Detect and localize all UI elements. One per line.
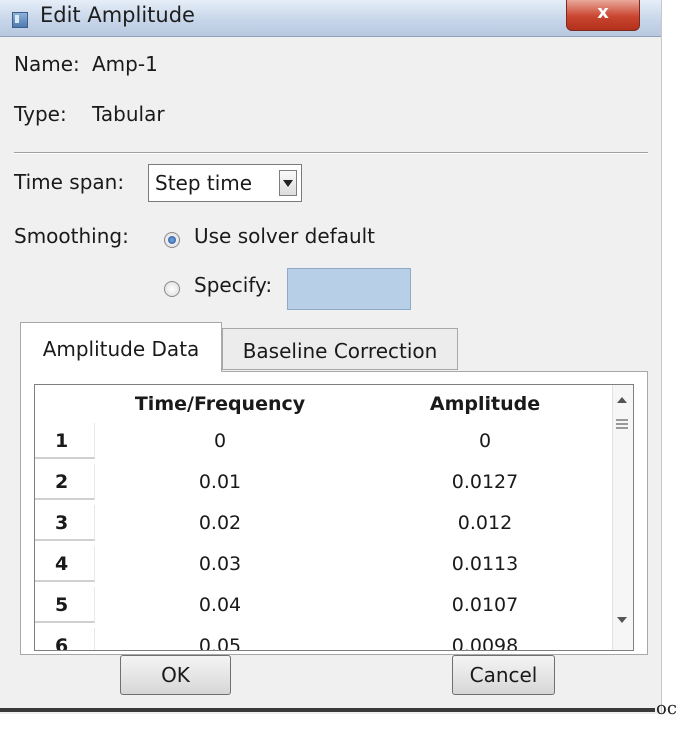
title-bar[interactable]: Edit Amplitude x xyxy=(0,0,661,37)
type-value: Tabular xyxy=(92,102,165,126)
name-label: Name: xyxy=(14,52,80,76)
row-number: 6 xyxy=(35,628,95,650)
chevron-down-icon[interactable] xyxy=(279,170,297,196)
cancel-button[interactable]: Cancel xyxy=(452,655,555,695)
scroll-up-arrow-icon[interactable] xyxy=(617,397,627,403)
table-row[interactable]: 4 0.03 0.0113 xyxy=(35,546,633,585)
time-cell[interactable]: 0.01 xyxy=(95,464,345,500)
row-number: 1 xyxy=(35,423,95,459)
close-button[interactable]: x xyxy=(566,0,640,31)
amplitude-cell[interactable]: 0.0098 xyxy=(365,628,605,650)
ok-button[interactable]: OK xyxy=(120,655,231,695)
amplitude-table[interactable]: Time/Frequency Amplitude 1 0 0 2 0.01 0.… xyxy=(34,384,634,651)
time-cell[interactable]: 0.03 xyxy=(95,546,345,582)
specify-label: Specify: xyxy=(194,273,273,297)
name-value: Amp-1 xyxy=(92,52,158,76)
tab-amplitude-data[interactable]: Amplitude Data xyxy=(20,322,222,372)
amplitude-cell[interactable]: 0.0113 xyxy=(365,546,605,582)
header-time-frequency: Time/Frequency xyxy=(134,393,306,415)
table-row[interactable]: 2 0.01 0.0127 xyxy=(35,464,633,503)
specify-input[interactable] xyxy=(287,268,411,310)
scroll-down-arrow-icon[interactable] xyxy=(617,617,627,623)
time-cell[interactable]: 0 xyxy=(95,423,345,459)
edit-amplitude-dialog: Edit Amplitude x Name: Amp-1 Type: Tabul… xyxy=(0,0,662,714)
table-row[interactable]: 5 0.04 0.0107 xyxy=(35,587,633,626)
amplitude-cell[interactable]: 0.012 xyxy=(365,505,605,541)
window-title: Edit Amplitude xyxy=(40,3,195,27)
row-number: 3 xyxy=(35,505,95,541)
separator xyxy=(14,152,648,154)
row-number: 4 xyxy=(35,546,95,582)
radio-use-solver-default[interactable] xyxy=(164,232,180,248)
radio-specify[interactable] xyxy=(164,281,180,297)
time-span-select[interactable]: Step time xyxy=(148,164,302,202)
scroll-grip-icon[interactable] xyxy=(616,419,628,429)
row-number: 2 xyxy=(35,464,95,500)
stray-text: oc xyxy=(656,698,677,719)
dialog-bottom-border xyxy=(0,708,655,712)
time-span-label: Time span: xyxy=(14,170,125,194)
table-row[interactable]: 3 0.02 0.012 xyxy=(35,505,633,544)
header-amplitude: Amplitude xyxy=(429,393,541,415)
time-span-value: Step time xyxy=(155,171,253,195)
amplitude-cell[interactable]: 0.0107 xyxy=(365,587,605,623)
type-label: Type: xyxy=(14,102,67,126)
time-cell[interactable]: 0.04 xyxy=(95,587,345,623)
row-number: 5 xyxy=(35,587,95,623)
amplitude-cell[interactable]: 0.0127 xyxy=(365,464,605,500)
time-cell[interactable]: 0.02 xyxy=(95,505,345,541)
time-cell[interactable]: 0.05 xyxy=(95,628,345,650)
smoothing-label: Smoothing: xyxy=(14,224,129,248)
amplitude-cell[interactable]: 0 xyxy=(365,423,605,459)
table-scrollbar[interactable] xyxy=(612,385,633,650)
app-icon xyxy=(12,12,28,28)
table-header: Time/Frequency Amplitude xyxy=(35,385,633,423)
tab-baseline-correction[interactable]: Baseline Correction xyxy=(222,328,458,370)
use-solver-default-label: Use solver default xyxy=(194,224,376,248)
table-row[interactable]: 6 0.05 0.0098 xyxy=(35,628,633,650)
table-row[interactable]: 1 0 0 xyxy=(35,423,633,462)
